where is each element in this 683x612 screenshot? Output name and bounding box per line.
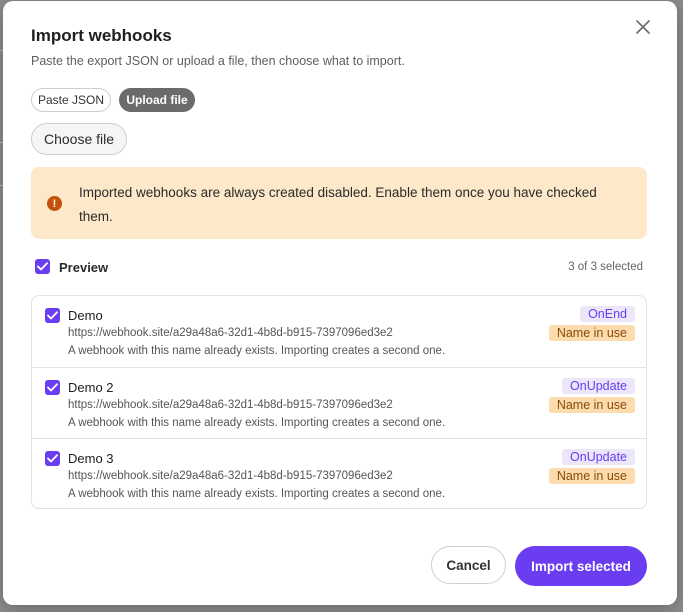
preview-label: Preview	[59, 260, 109, 275]
webhook-checkbox[interactable]	[45, 451, 60, 466]
warning-circle-icon: !	[47, 196, 62, 211]
event-badge: OnUpdate	[562, 378, 635, 394]
webhook-checkbox[interactable]	[45, 308, 60, 323]
check-icon	[47, 454, 58, 463]
webhook-url: https://webhook.site/a29a48a6-32d1-4b8d-…	[68, 399, 393, 411]
webhook-note: A webhook with this name already exists.…	[68, 345, 446, 357]
selected-count: 3 of 3 selected	[568, 261, 643, 273]
event-badge: OnUpdate	[562, 449, 635, 465]
status-badge: Name in use	[548, 325, 635, 341]
import-webhooks-dialog: Import webhooks Paste the export JSON or…	[3, 1, 677, 605]
status-badge: Name in use	[548, 397, 635, 413]
check-icon	[37, 262, 48, 271]
webhook-note: A webhook with this name already exists.…	[68, 488, 446, 500]
check-icon	[47, 311, 58, 320]
upload-file-tab[interactable]: Upload file	[119, 88, 195, 112]
close-icon	[636, 20, 650, 34]
webhook-name: Demo	[68, 308, 103, 323]
dialog-subtitle: Paste the export JSON or upload a file, …	[31, 54, 405, 68]
alert-text: Imported webhooks are always created dis…	[79, 185, 597, 224]
webhook-name: Demo 2	[68, 380, 114, 395]
webhook-url: https://webhook.site/a29a48a6-32d1-4b8d-…	[68, 327, 393, 339]
webhook-row: Demo 3 https://webhook.site/a29a48a6-32d…	[32, 438, 646, 508]
choose-file-button[interactable]: Choose file	[31, 123, 127, 155]
close-button[interactable]	[632, 16, 654, 38]
webhook-note: A webhook with this name already exists.…	[68, 417, 446, 429]
webhook-row: Demo 2 https://webhook.site/a29a48a6-32d…	[32, 367, 646, 438]
check-icon	[47, 383, 58, 392]
cancel-button[interactable]: Cancel	[431, 546, 506, 584]
dialog-title: Import webhooks	[31, 26, 172, 45]
webhook-name: Demo 3	[68, 451, 114, 466]
event-badge: OnEnd	[580, 306, 635, 322]
webhook-url: https://webhook.site/a29a48a6-32d1-4b8d-…	[68, 470, 393, 482]
paste-json-tab[interactable]: Paste JSON	[31, 88, 111, 112]
import-selected-button[interactable]: Import selected	[515, 546, 647, 586]
status-badge: Name in use	[548, 468, 635, 484]
disabled-notice-alert: ! Imported webhooks are always created d…	[31, 167, 647, 239]
webhook-row: Demo https://webhook.site/a29a48a6-32d1-…	[32, 296, 646, 367]
preview-checkbox[interactable]	[35, 259, 50, 274]
webhook-checkbox[interactable]	[45, 380, 60, 395]
webhook-preview-list: Demo https://webhook.site/a29a48a6-32d1-…	[31, 295, 647, 509]
